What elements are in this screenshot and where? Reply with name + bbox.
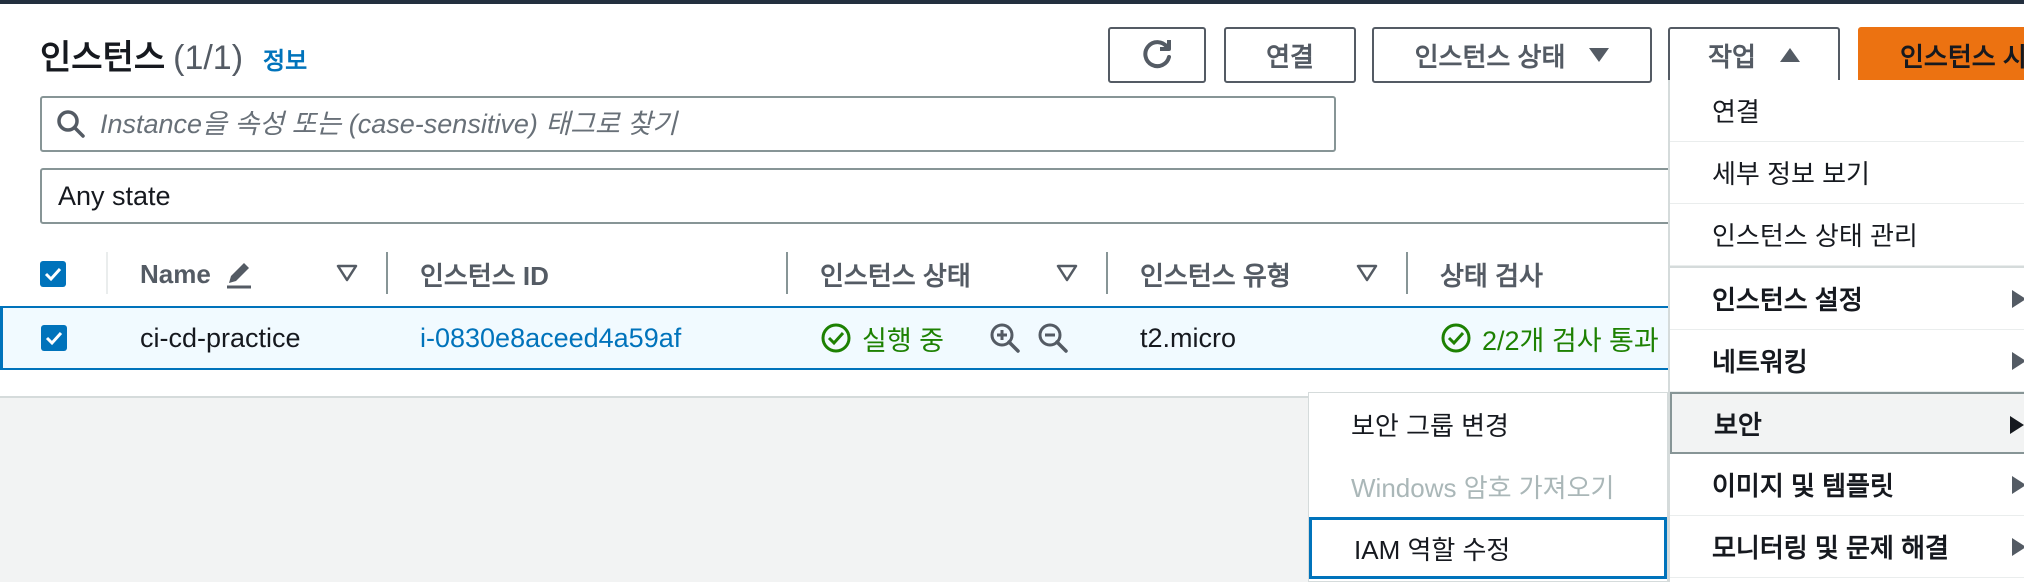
chevron-right-icon bbox=[2012, 352, 2024, 370]
select-all-checkbox[interactable] bbox=[40, 261, 66, 287]
menu-item-label: 보안 bbox=[1714, 409, 1762, 440]
chevron-right-icon bbox=[2012, 290, 2024, 308]
selection-count: (1/1) bbox=[173, 39, 244, 77]
submenu-item-change-security-groups[interactable]: 보안 그룹 변경 bbox=[1309, 393, 1667, 455]
launch-button-label: 인스턴스 시작 bbox=[1900, 41, 2024, 72]
menu-item-connect[interactable]: 연결 bbox=[1670, 80, 2024, 142]
menu-item-label: 인스턴스 설정 bbox=[1712, 285, 1863, 315]
column-divider[interactable] bbox=[1106, 252, 1108, 294]
launch-instances-button[interactable]: 인스턴스 시작 bbox=[1858, 27, 2024, 83]
menu-item-label: 인스턴스 상태 관리 bbox=[1712, 221, 1918, 251]
caret-up-icon bbox=[1779, 48, 1800, 62]
menu-item-security[interactable]: 보안 bbox=[1670, 392, 2024, 454]
state-filter-select[interactable]: Any state bbox=[40, 168, 1680, 224]
column-divider bbox=[106, 252, 108, 294]
menu-item-label: 이미지 및 템플릿 bbox=[1712, 471, 1894, 501]
refresh-button[interactable] bbox=[1108, 27, 1206, 83]
security-submenu: 보안 그룹 변경 Windows 암호 가져오기 IAM 역할 수정 bbox=[1308, 392, 1668, 582]
search-icon bbox=[57, 110, 85, 138]
column-header-name-label: Name bbox=[140, 258, 211, 289]
instance-state-button[interactable]: 인스턴스 상태 bbox=[1372, 27, 1652, 83]
column-divider[interactable] bbox=[1406, 252, 1408, 294]
column-divider[interactable] bbox=[786, 252, 788, 294]
success-check-circle-icon bbox=[1441, 323, 1471, 353]
search-input[interactable] bbox=[100, 108, 1300, 140]
menu-item-images-templates[interactable]: 이미지 및 템플릿 bbox=[1670, 454, 2024, 516]
zoom-in-icon[interactable] bbox=[989, 322, 1021, 354]
column-header-status-check-label: 상태 검사 bbox=[1440, 260, 1543, 291]
edit-pencil-icon bbox=[226, 263, 251, 289]
actions-menu: 연결 세부 정보 보기 인스턴스 상태 관리 인스턴스 설정 네트워킹 보안 이… bbox=[1668, 80, 2024, 582]
menu-item-label: 모니터링 및 문제 해결 bbox=[1712, 533, 1949, 563]
sort-icon[interactable] bbox=[1356, 264, 1378, 282]
check-icon bbox=[44, 267, 62, 282]
submenu-item-modify-iam-role[interactable]: IAM 역할 수정 bbox=[1309, 517, 1667, 579]
submenu-item-label: IAM 역할 수정 bbox=[1354, 534, 1511, 565]
status-check-text: 2/2개 검사 통과 bbox=[1482, 325, 1659, 356]
column-header-status-check[interactable]: 상태 검사 bbox=[1440, 242, 1543, 306]
instance-id-link[interactable]: i-0830e8aceed4a59af bbox=[420, 308, 681, 368]
page-title: 인스턴스 bbox=[40, 39, 166, 77]
zoom-out-icon[interactable] bbox=[1037, 322, 1069, 354]
chevron-right-icon bbox=[2012, 538, 2024, 556]
page-header: 인스턴스 (1/1) 정보 bbox=[40, 30, 307, 78]
column-header-type[interactable]: 인스턴스 유형 bbox=[1140, 242, 1291, 306]
menu-item-label: 연결 bbox=[1712, 97, 1760, 127]
instance-state-text: 실행 중 bbox=[862, 325, 945, 356]
submenu-item-label: Windows 암호 가져오기 bbox=[1351, 472, 1615, 503]
menu-item-view-details[interactable]: 세부 정보 보기 bbox=[1670, 142, 2024, 204]
menu-item-manage-instance-state[interactable]: 인스턴스 상태 관리 bbox=[1670, 204, 2024, 266]
actions-button[interactable]: 작업 bbox=[1668, 27, 1840, 83]
instance-state-button-label: 인스턴스 상태 bbox=[1414, 41, 1566, 72]
search-box[interactable] bbox=[40, 96, 1336, 152]
caret-down-icon bbox=[1589, 48, 1610, 62]
actions-button-label: 작업 bbox=[1708, 41, 1756, 72]
status-check: 2/2개 검사 통과 bbox=[1440, 308, 1659, 368]
sort-icon[interactable] bbox=[1056, 264, 1078, 282]
sort-icon[interactable] bbox=[336, 264, 358, 282]
success-check-circle-icon bbox=[821, 323, 851, 353]
column-header-name[interactable]: Name bbox=[140, 242, 255, 306]
column-header-instance-id[interactable]: 인스턴스 ID bbox=[420, 242, 549, 306]
row-checkbox[interactable] bbox=[41, 325, 67, 351]
instance-state: 실행 중 bbox=[820, 308, 944, 368]
menu-item-label: 네트워킹 bbox=[1712, 347, 1808, 377]
instance-name: ci-cd-practice bbox=[140, 322, 301, 353]
check-icon bbox=[45, 331, 63, 346]
menu-item-label: 세부 정보 보기 bbox=[1712, 159, 1870, 189]
menu-item-monitor-troubleshoot[interactable]: 모니터링 및 문제 해결 bbox=[1670, 516, 2024, 578]
column-header-state[interactable]: 인스턴스 상태 bbox=[820, 242, 971, 306]
connect-button-label: 연결 bbox=[1266, 41, 1314, 72]
instance-type: t2.micro bbox=[1140, 322, 1237, 353]
column-header-instance-id-label: 인스턴스 ID bbox=[420, 260, 549, 291]
chevron-right-icon bbox=[2012, 476, 2024, 494]
menu-item-instance-settings[interactable]: 인스턴스 설정 bbox=[1670, 268, 2024, 330]
menu-item-networking[interactable]: 네트워킹 bbox=[1670, 330, 2024, 392]
connect-button[interactable]: 연결 bbox=[1224, 27, 1356, 83]
submenu-item-label: 보안 그룹 변경 bbox=[1351, 410, 1509, 441]
chevron-right-icon bbox=[2010, 416, 2024, 434]
column-divider[interactable] bbox=[386, 252, 388, 294]
submenu-item-get-windows-password: Windows 암호 가져오기 bbox=[1309, 455, 1667, 517]
state-filter-value: Any state bbox=[58, 180, 171, 211]
refresh-icon bbox=[1143, 40, 1171, 69]
column-header-type-label: 인스턴스 유형 bbox=[1140, 260, 1291, 291]
column-header-state-label: 인스턴스 상태 bbox=[820, 260, 971, 291]
info-link[interactable]: 정보 bbox=[263, 41, 307, 76]
